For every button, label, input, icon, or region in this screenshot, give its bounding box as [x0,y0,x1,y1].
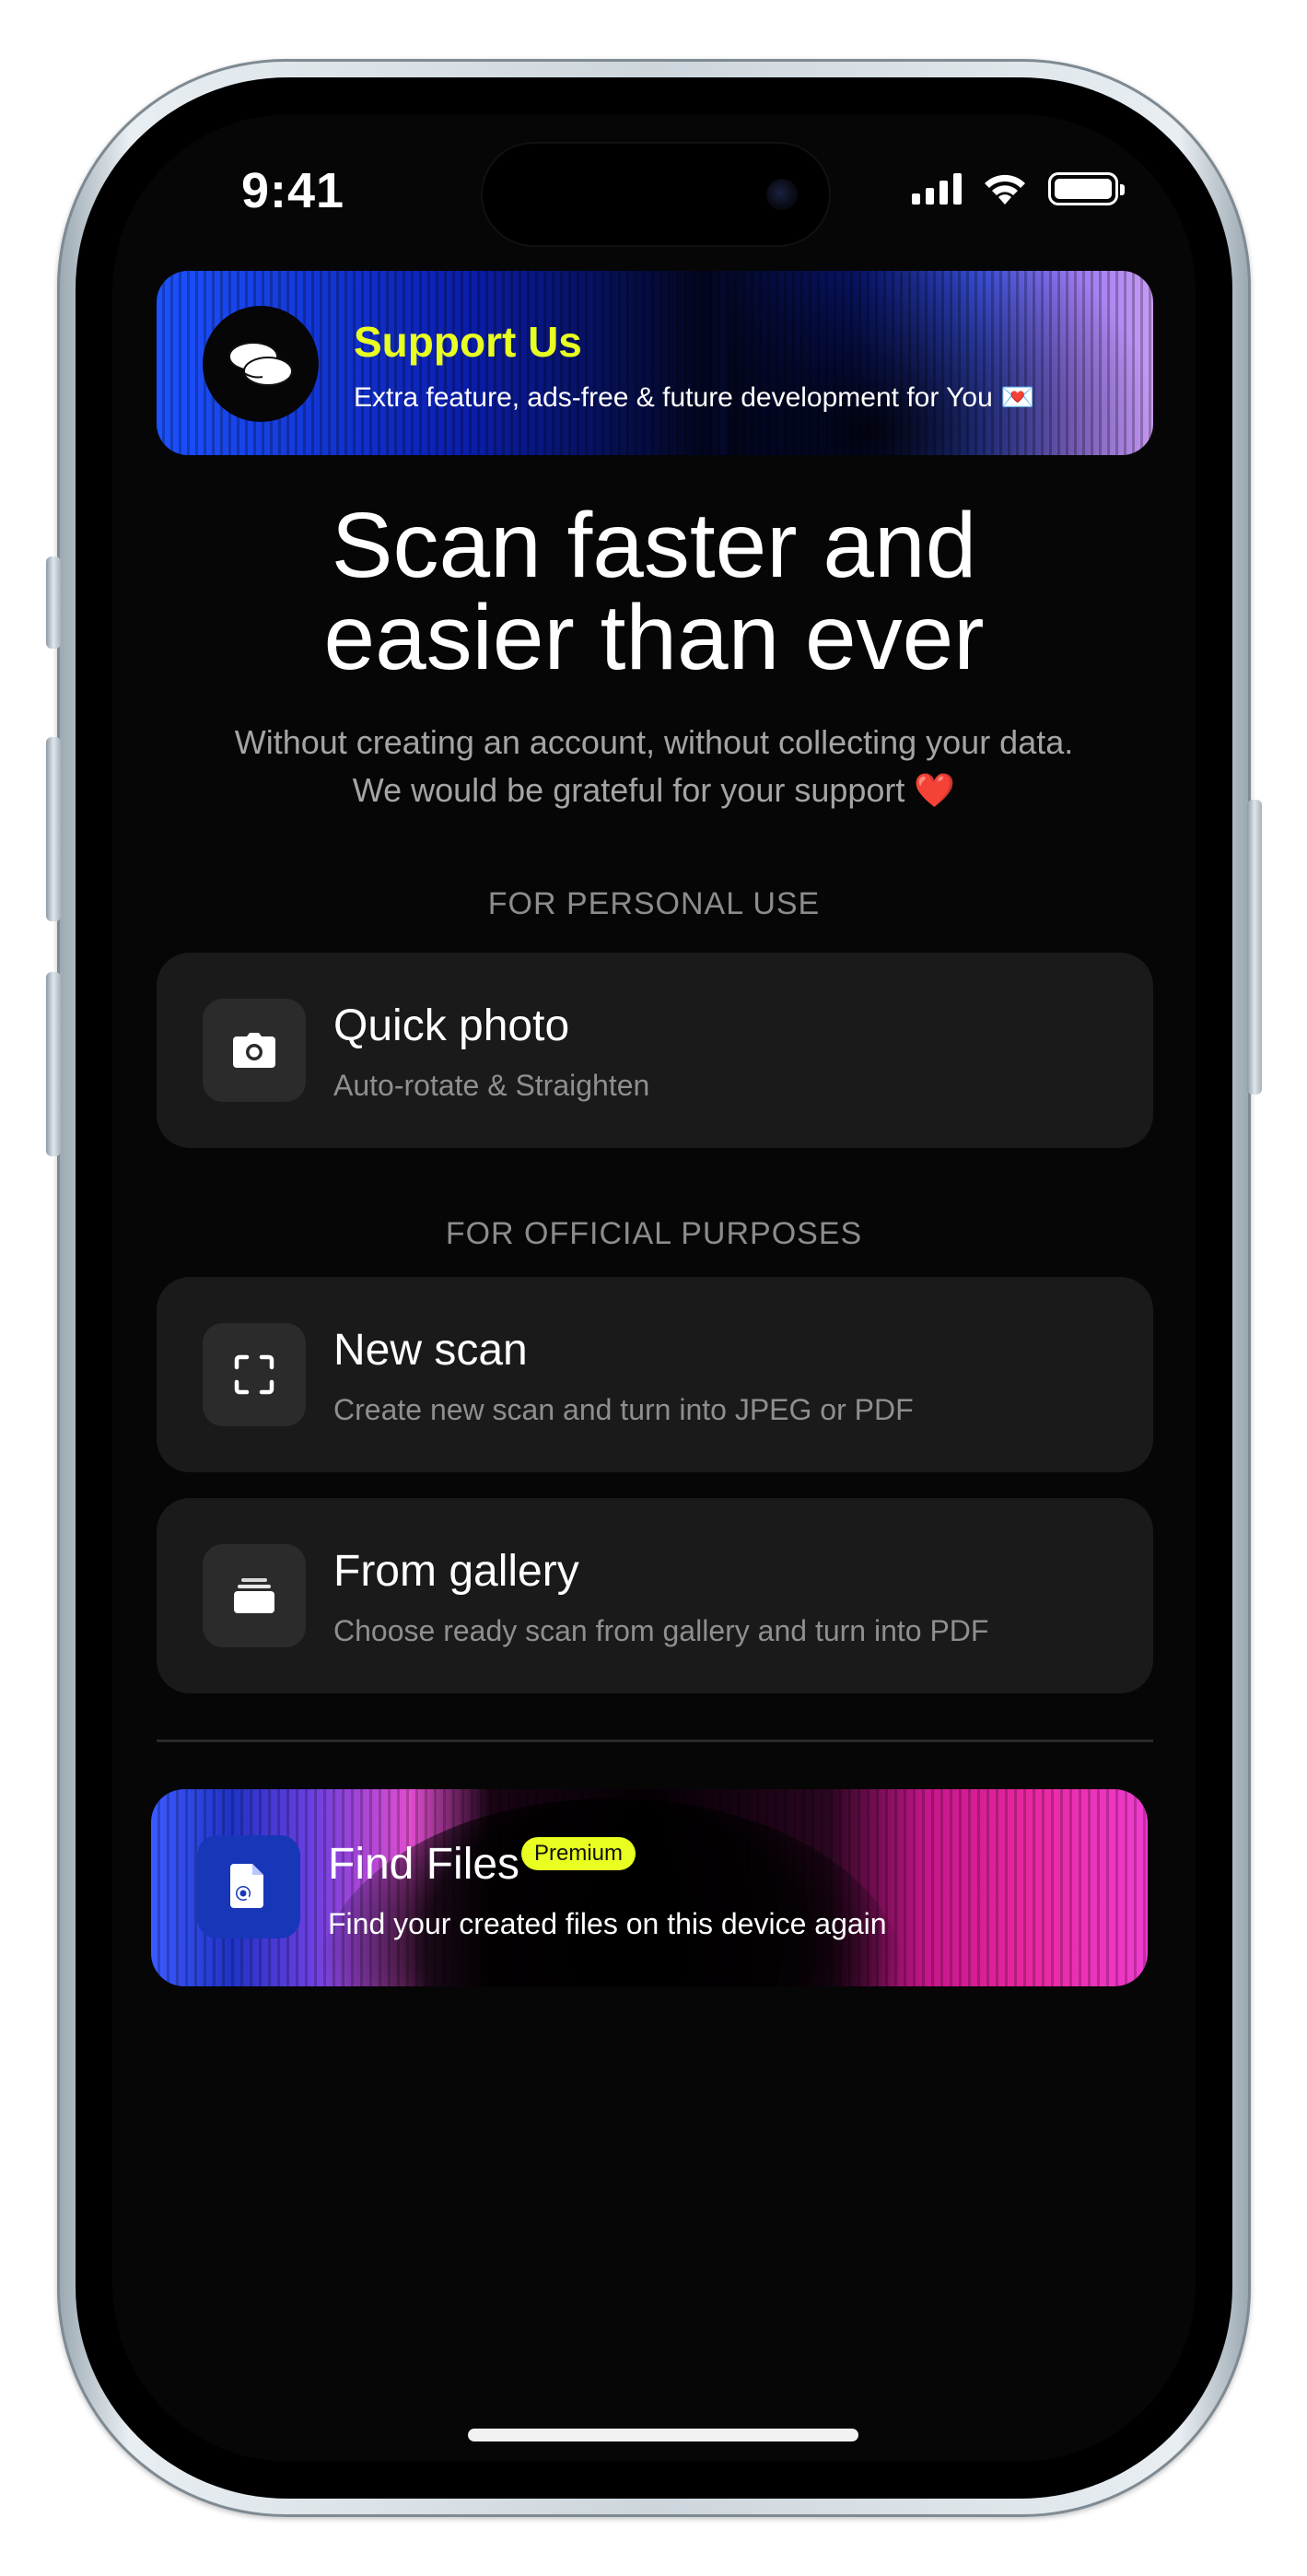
from-gallery-subtitle: Choose ready scan from gallery and turn … [333,1614,989,1647]
from-gallery-title: From gallery [333,1547,579,1596]
quick-photo-title: Quick photo [333,1001,570,1050]
battery-icon [1048,172,1125,205]
status-time: 9:41 [241,163,345,218]
hero-subtitle-line-1: Without creating an account, without col… [234,723,1074,761]
find-files-subtitle: Find your created files on this device a… [328,1907,887,1940]
front-camera [766,179,798,210]
find-files-banner[interactable]: Find Files Premium Find your created fil… [151,1789,1148,1986]
quick-photo-card[interactable]: Quick photo Auto-rotate & Straighten [157,953,1153,1148]
camera-icon [203,999,306,1102]
gallery-stack-icon [203,1544,306,1647]
new-scan-title: New scan [333,1326,528,1375]
volume-down-button [46,972,61,1156]
hero-title-line-1: Scan faster and [331,494,977,597]
quick-photo-subtitle: Auto-rotate & Straighten [333,1069,650,1102]
action-button [46,556,61,649]
section-label-personal: FOR PERSONAL USE [487,886,821,921]
volume-up-button [46,737,61,921]
wifi-icon [985,174,1025,205]
support-us-banner[interactable]: Support Us Extra feature, ads-free & fut… [157,271,1153,455]
new-scan-subtitle: Create new scan and turn into JPEG or PD… [333,1393,914,1426]
divider [157,1739,1153,1742]
section-label-official: FOR OFFICIAL PURPOSES [445,1216,863,1251]
home-indicator[interactable] [468,2429,858,2441]
file-search-icon [197,1835,300,1938]
support-title: Support Us [354,318,582,366]
screen: 9:41 Support Us Extra feature, ads-free … [112,114,1196,2462]
hero-title: Scan faster and easier than ever [112,499,1196,684]
premium-badge: Premium [521,1837,636,1870]
hero-subtitle-line-2: We would be grateful for your support ❤️ [352,771,956,809]
support-subtitle: Extra feature, ads-free & future develop… [354,382,1035,413]
find-files-title: Find Files [328,1840,520,1889]
status-icons [912,171,1125,206]
power-button [1247,800,1262,1095]
hero-subtitle: Without creating an account, without col… [112,719,1196,814]
from-gallery-card[interactable]: From gallery Choose ready scan from gall… [157,1498,1153,1693]
hero-title-line-2: easier than ever [323,586,985,689]
new-scan-card[interactable]: New scan Create new scan and turn into J… [157,1277,1153,1472]
coins-icon [203,306,319,422]
scan-frame-icon [203,1323,306,1426]
cellular-signal-icon [912,173,962,205]
dynamic-island [483,144,829,245]
